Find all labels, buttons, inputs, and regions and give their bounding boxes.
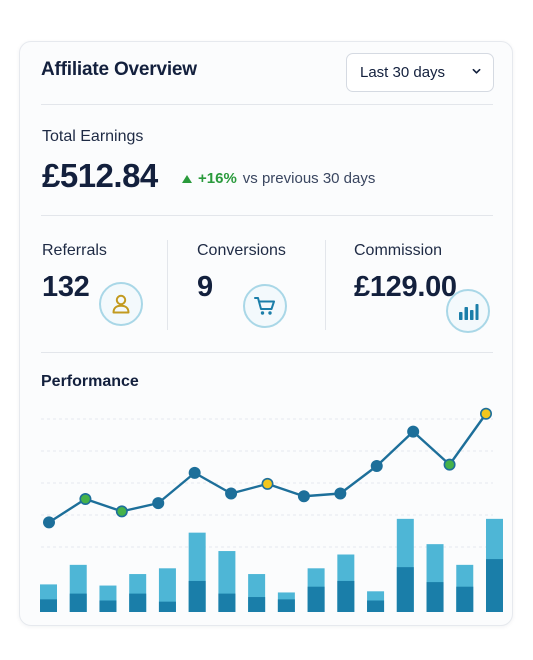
- chart-bar-segment: [337, 580, 355, 612]
- chart-bar-segment: [277, 599, 295, 612]
- chart-bar-segment: [456, 586, 474, 612]
- chart-series-line: [48, 413, 487, 524]
- chart-bar-segment: [367, 600, 385, 612]
- chart-point: [79, 492, 92, 505]
- chart-bar-segment: [69, 593, 87, 612]
- chart-point: [188, 466, 201, 479]
- performance-chart: [40, 407, 503, 612]
- chart-point: [443, 458, 456, 471]
- chart-bar-segment: [426, 582, 444, 612]
- chart-bar-segment: [486, 559, 503, 612]
- chart-bar-segment: [396, 567, 414, 612]
- chart-point: [115, 505, 128, 518]
- chart-point: [152, 497, 165, 510]
- chart-point: [334, 487, 347, 500]
- chart-bar-segment: [188, 580, 206, 612]
- chart-bar-segment: [248, 597, 266, 612]
- chart-point: [261, 477, 274, 490]
- chart-bar-segment: [129, 593, 147, 612]
- chart-bar-segment: [40, 599, 57, 612]
- chart-bar-segment: [218, 593, 236, 612]
- chart-point: [370, 459, 383, 472]
- chart-bar-segment: [158, 601, 176, 612]
- chart-bar-segment: [307, 586, 325, 612]
- chart-point: [479, 407, 492, 420]
- affiliate-overview-card: Affiliate Overview Last 30 days Total Ea…: [19, 41, 513, 626]
- chart-point: [225, 487, 238, 500]
- chart-point: [407, 425, 420, 438]
- chart-point: [297, 490, 310, 503]
- chart-point: [42, 516, 55, 529]
- chart-bar-segment: [99, 600, 117, 612]
